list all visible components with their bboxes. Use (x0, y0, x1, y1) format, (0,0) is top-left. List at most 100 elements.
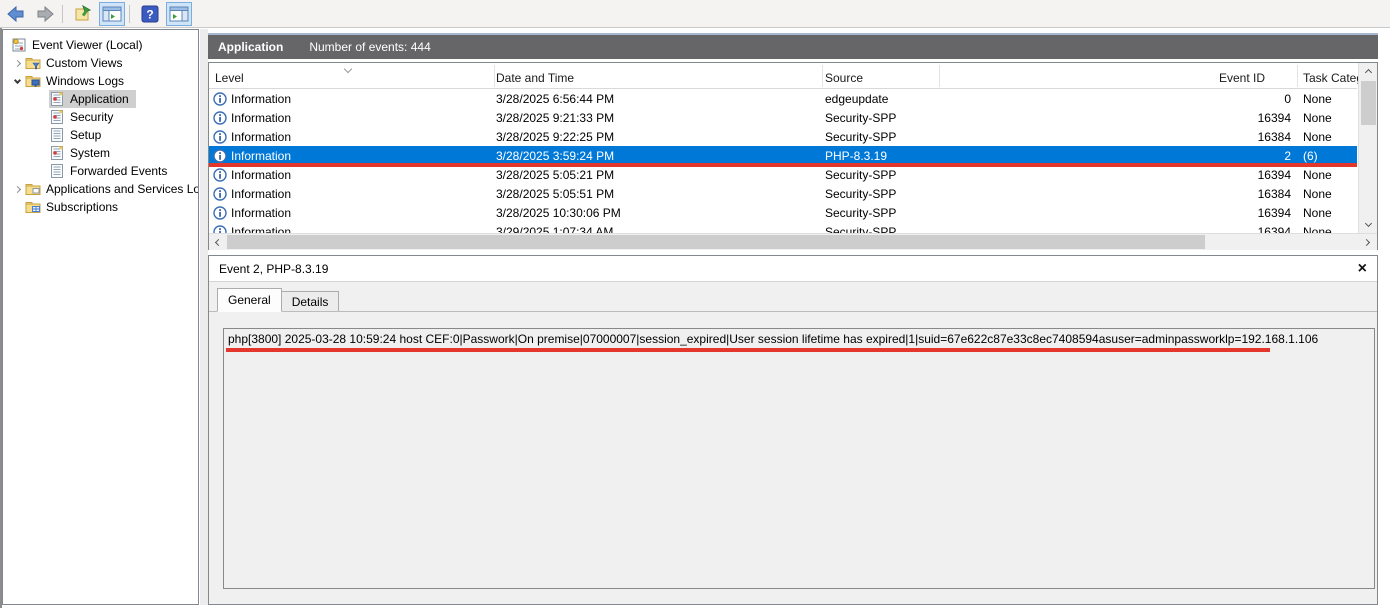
level-cell: Information (231, 92, 291, 106)
system-log-icon (49, 145, 65, 161)
column-separator (494, 65, 495, 87)
tree-item-label: Custom Views (43, 56, 125, 70)
column-header-source[interactable]: Source (825, 71, 863, 85)
sort-indicator-icon (344, 65, 352, 73)
event-list: Level Date and Time Source Event ID Task… (208, 62, 1378, 250)
category-cell: None (1303, 130, 1332, 144)
level-cell: Information (231, 206, 291, 220)
event-row[interactable]: Information 3/28/2025 9:21:33 PM Securit… (209, 108, 1357, 127)
date-cell: 3/28/2025 9:21:33 PM (496, 111, 614, 125)
event-id-cell: 16384 (1059, 130, 1291, 144)
scroll-left-button[interactable] (209, 234, 226, 250)
svg-text:?: ? (146, 7, 153, 21)
event-id-cell: 16394 (1059, 111, 1291, 125)
event-viewer-window: ? (0, 0, 1390, 608)
horizontal-scroll-thumb[interactable] (227, 235, 1205, 249)
console-tree-window-icon (102, 5, 122, 23)
column-separator (1297, 65, 1298, 87)
event-row[interactable]: Information 3/28/2025 10:30:06 PM Securi… (209, 203, 1357, 222)
date-cell: 3/28/2025 5:05:21 PM (496, 168, 614, 182)
source-cell: Security-SPP (825, 187, 896, 201)
event-row[interactable]: Information 3/28/2025 9:22:25 PM Securit… (209, 127, 1357, 146)
information-icon (213, 92, 227, 106)
help-button[interactable]: ? (137, 2, 163, 26)
forwarded-events-log-icon (49, 163, 65, 179)
windows-logs-folder-icon (25, 73, 41, 89)
events-count-label: Number of events: 444 (309, 40, 430, 54)
date-cell: 3/28/2025 3:59:24 PM (496, 149, 614, 163)
tree-item-system[interactable]: System (3, 144, 198, 162)
export-button[interactable] (70, 2, 96, 26)
tree-item-setup[interactable]: Setup (3, 126, 198, 144)
column-header-date-time[interactable]: Date and Time (496, 71, 574, 85)
forward-arrow-icon (35, 4, 55, 24)
back-button[interactable] (3, 2, 29, 26)
category-cell: None (1303, 92, 1332, 106)
scroll-down-button[interactable] (1359, 216, 1378, 233)
list-header: Level Date and Time Source Event ID Task… (209, 63, 1357, 89)
information-icon (213, 130, 227, 144)
tree-item-custom-views[interactable]: Custom Views (3, 54, 198, 72)
event-row[interactable]: Information 3/29/2025 1:07:34 AM Securit… (209, 222, 1357, 233)
tree-item-subscriptions[interactable]: Subscriptions (3, 198, 198, 216)
event-id-cell: 16384 (1059, 187, 1291, 201)
level-cell: Information (231, 149, 291, 163)
preview-tabs: General Details (217, 288, 339, 312)
event-description-box[interactable]: php[3800] 2025-03-28 10:59:24 host CEF:0… (223, 328, 1375, 589)
toolbar-separator (129, 5, 130, 23)
tab-details[interactable]: Details (282, 291, 340, 312)
date-cell: 3/28/2025 5:05:51 PM (496, 187, 614, 201)
tree-item-applications-and-services[interactable]: Applications and Services Lo (3, 180, 198, 198)
source-cell: edgeupdate (825, 92, 888, 106)
event-row[interactable]: Information 3/28/2025 6:56:44 PM edgeupd… (209, 89, 1357, 108)
level-cell: Information (231, 168, 291, 182)
level-cell: Information (231, 130, 291, 144)
tree-selection-highlight: Application (49, 90, 136, 108)
tree-item-security[interactable]: Security (3, 108, 198, 126)
category-cell: None (1303, 225, 1332, 234)
chevron-spacer (9, 199, 25, 215)
tree-item-label: Application (67, 92, 132, 106)
close-icon[interactable]: × (1358, 258, 1367, 280)
tree-item-forwarded-events[interactable]: Forwarded Events (3, 162, 198, 180)
scroll-up-button[interactable] (1359, 63, 1378, 80)
source-cell: Security-SPP (825, 206, 896, 220)
column-header-level[interactable]: Level (215, 71, 244, 85)
source-cell: Security-SPP (825, 225, 896, 234)
column-header-event-id[interactable]: Event ID (1219, 71, 1265, 85)
chevron-down-icon[interactable] (9, 73, 25, 89)
level-cell: Information (231, 187, 291, 201)
category-cell: None (1303, 168, 1332, 182)
column-header-task-category[interactable]: Task Categ (1303, 71, 1363, 85)
scroll-right-button[interactable] (1359, 234, 1376, 250)
event-row[interactable]: Information 3/28/2025 5:05:21 PM Securit… (209, 165, 1357, 184)
preview-title: Event 2, PHP-8.3.19 (219, 262, 328, 276)
panel-splitter[interactable] (200, 29, 208, 605)
forward-button[interactable] (32, 2, 58, 26)
action-pane-window-icon (169, 5, 189, 23)
event-preview-pane: Event 2, PHP-8.3.19 × General Details ph… (208, 255, 1378, 605)
toggle-console-tree-button[interactable] (99, 2, 125, 26)
help-icon: ? (141, 5, 159, 23)
red-annotation-line (226, 348, 1270, 352)
tree-item-windows-logs[interactable]: Windows Logs (3, 72, 198, 90)
chevron-right-icon[interactable] (9, 55, 25, 71)
vertical-scroll-thumb[interactable] (1361, 81, 1376, 125)
event-rows: Information 3/28/2025 6:56:44 PM edgeupd… (209, 89, 1357, 233)
custom-views-folder-icon (25, 55, 41, 71)
date-cell: 3/28/2025 10:30:06 PM (496, 206, 621, 220)
vertical-scrollbar[interactable] (1358, 63, 1377, 233)
event-id-cell: 0 (1059, 92, 1291, 106)
tree-item-application[interactable]: Application (3, 90, 198, 108)
column-separator (939, 65, 940, 87)
tab-label: Details (292, 295, 329, 309)
tree-item-label: Applications and Services Lo (43, 182, 198, 196)
tree-item-event-viewer-root[interactable]: Event Viewer (Local) (3, 36, 198, 54)
horizontal-scrollbar[interactable] (209, 233, 1377, 250)
chevron-right-icon[interactable] (9, 181, 25, 197)
toggle-action-pane-button[interactable] (166, 2, 192, 26)
chevron-left-icon (215, 238, 222, 245)
date-cell: 3/28/2025 6:56:44 PM (496, 92, 614, 106)
event-row[interactable]: Information 3/28/2025 5:05:51 PM Securit… (209, 184, 1357, 203)
tab-general[interactable]: General (217, 288, 282, 312)
